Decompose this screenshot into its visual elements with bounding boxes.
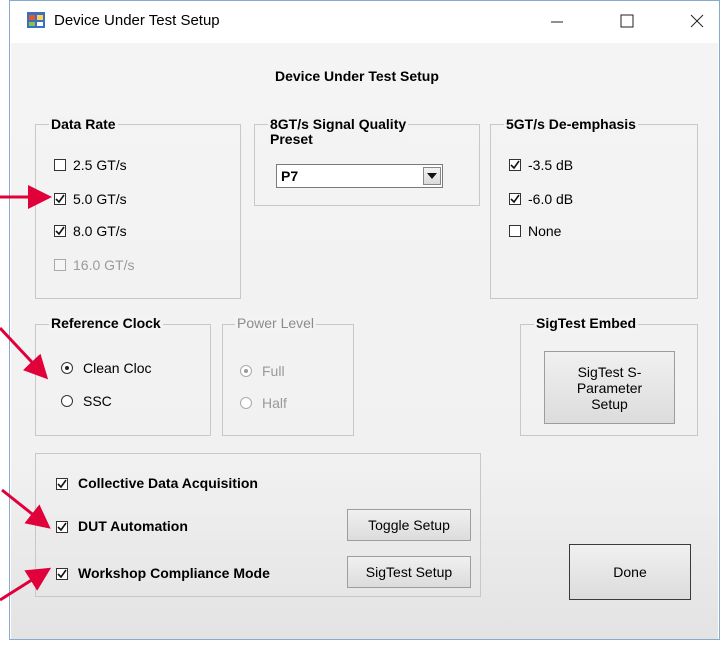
- sigtest-button-line3: Setup: [591, 395, 628, 412]
- radio-selected-icon: [240, 365, 252, 377]
- checkmark-icon: [509, 193, 521, 205]
- unchecked-box-icon: [509, 225, 521, 237]
- checkmark-icon: [509, 159, 521, 171]
- collective-data-acquisition-label: Collective Data Acquisition: [78, 475, 258, 491]
- title-bar[interactable]: Device Under Test Setup: [10, 1, 719, 41]
- data-rate-2-5-label: 2.5 GT/s: [73, 157, 127, 173]
- annotation-arrow-workshop: [0, 567, 52, 602]
- radio-unselected-icon: [240, 397, 252, 409]
- maximize-icon: [620, 14, 634, 28]
- sigtest-button-line1: SigTest S-: [577, 363, 642, 380]
- ref-clock-clean-label: Clean Cloc: [83, 360, 152, 376]
- minimize-button[interactable]: [537, 6, 577, 36]
- sigtest-embed-legend: SigTest Embed: [534, 315, 639, 331]
- chevron-down-icon: [427, 173, 437, 179]
- close-icon: [690, 14, 704, 28]
- deemphasis-group: [490, 124, 698, 299]
- close-button[interactable]: [677, 6, 717, 36]
- preset-dropdown-button[interactable]: [423, 167, 441, 185]
- preset-select-value: P7: [281, 168, 299, 184]
- data-rate-16-0-label: 16.0 GT/s: [73, 257, 135, 273]
- workshop-compliance-mode-label: Workshop Compliance Mode: [78, 565, 270, 581]
- deemphasis-6-0-label: -6.0 dB: [528, 191, 574, 207]
- dialog-heading: Device Under Test Setup: [275, 68, 439, 84]
- annotation-arrow-dut-automation: [1, 488, 51, 529]
- reference-clock-group: [35, 324, 211, 436]
- power-level-group: [222, 324, 354, 436]
- data-rate-5-0-label: 5.0 GT/s: [73, 191, 127, 207]
- sigtest-setup-button[interactable]: SigTest Setup: [347, 556, 471, 588]
- signal-quality-legend: 8GT/s Signal Quality Preset: [268, 116, 409, 147]
- done-button[interactable]: Done: [569, 544, 691, 600]
- ref-clock-ssc-label: SSC: [83, 393, 112, 409]
- radio-selected-icon: [61, 362, 73, 374]
- preset-select[interactable]: P7: [276, 164, 443, 188]
- reference-clock-legend: Reference Clock: [49, 315, 163, 331]
- data-rate-group: [35, 124, 241, 299]
- deemphasis-legend: 5GT/s De-emphasis: [504, 116, 638, 132]
- power-half-label: Half: [262, 395, 287, 411]
- window-title: Device Under Test Setup: [54, 12, 220, 29]
- power-full-label: Full: [262, 363, 285, 379]
- maximize-button[interactable]: [607, 6, 647, 36]
- annotation-arrow-reference-clock: [0, 326, 49, 380]
- sigtest-s-parameter-setup-button[interactable]: SigTest S- Parameter Setup: [544, 351, 675, 424]
- radio-unselected-icon: [61, 395, 73, 407]
- sigtest-button-line2: Parameter: [576, 379, 643, 396]
- signal-quality-legend-line2: Preset: [270, 131, 313, 147]
- deemphasis-none-label: None: [528, 223, 562, 239]
- data-rate-8-0-label: 8.0 GT/s: [73, 223, 127, 239]
- signal-quality-legend-line1: 8GT/s Signal Quality: [270, 116, 407, 132]
- minimize-icon: [551, 21, 563, 23]
- annotation-arrows: [0, 185, 52, 602]
- toggle-setup-button[interactable]: Toggle Setup: [347, 509, 471, 541]
- power-level-legend: Power Level: [235, 315, 317, 331]
- dut-automation-label: DUT Automation: [78, 518, 188, 534]
- deemphasis-3-5-label: -3.5 dB: [528, 157, 574, 173]
